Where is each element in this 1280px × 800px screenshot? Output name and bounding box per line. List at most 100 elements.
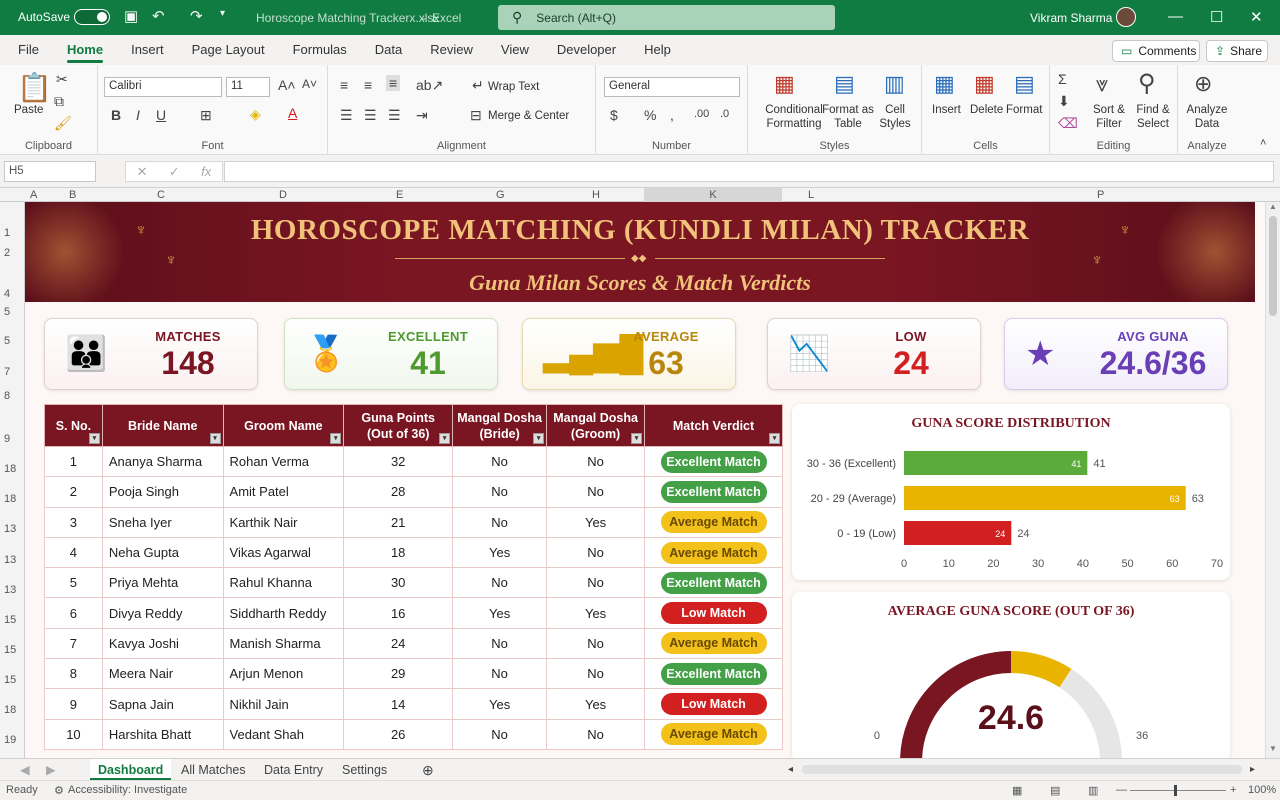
header-groom[interactable]: Groom Name ▾: [222, 404, 345, 447]
col-header[interactable]: G: [496, 188, 505, 202]
cell-sno[interactable]: 3: [44, 506, 103, 538]
cell-md-bride[interactable]: No: [452, 658, 548, 690]
col-header[interactable]: B: [69, 188, 76, 202]
normal-view-icon[interactable]: ▦: [1012, 784, 1022, 797]
italic-icon[interactable]: I: [136, 107, 140, 123]
sheet-tab-settings[interactable]: Settings: [342, 759, 387, 781]
cell-md-bride[interactable]: No: [452, 476, 548, 508]
font-size-select[interactable]: 11: [226, 77, 270, 97]
accessibility-icon[interactable]: ⚙: [54, 784, 64, 797]
tab-help[interactable]: Help: [630, 35, 685, 65]
cell-groom[interactable]: Amit Patel: [222, 476, 345, 508]
cell-sno[interactable]: 9: [44, 688, 103, 720]
cell-guna-points[interactable]: 18: [343, 536, 454, 569]
row-header[interactable]: 1: [4, 227, 10, 239]
redo-icon[interactable]: ↷: [190, 7, 203, 25]
cancel-icon[interactable]: ✕: [137, 164, 148, 180]
cell-verdict[interactable]: Average Match: [644, 536, 783, 569]
bold-icon[interactable]: B: [111, 107, 121, 123]
align-center-icon[interactable]: ☰: [364, 107, 377, 124]
add-sheet-icon[interactable]: ⊕: [422, 759, 434, 781]
cell-verdict[interactable]: Excellent Match: [644, 658, 783, 690]
row-header[interactable]: 15: [4, 644, 16, 656]
zoom-slider[interactable]: [1130, 790, 1226, 791]
find-select-icon[interactable]: ⚲: [1138, 69, 1156, 98]
prev-sheet-icon[interactable]: ◀: [20, 759, 30, 781]
borders-icon[interactable]: ⊞: [200, 107, 212, 124]
wrap-text-icon[interactable]: ↵: [472, 77, 484, 94]
minimize-icon[interactable]: —: [1168, 8, 1183, 25]
sort-filter-icon[interactable]: ⩔: [1096, 71, 1108, 97]
sheet-tab-all-matches[interactable]: All Matches: [181, 759, 246, 781]
enter-icon[interactable]: ✓: [169, 164, 180, 180]
header-sno[interactable]: S. No. ▾: [44, 404, 103, 447]
indent-icon[interactable]: ⇥: [416, 107, 428, 124]
filter-dropdown-icon[interactable]: ▾: [533, 433, 545, 444]
col-header[interactable]: P: [1097, 188, 1104, 202]
next-sheet-icon[interactable]: ▶: [46, 759, 56, 781]
header-verdict[interactable]: Match Verdict ▾: [644, 404, 783, 447]
header-bride[interactable]: Bride Name ▾: [101, 404, 224, 447]
cell-groom[interactable]: Manish Sharma: [222, 627, 345, 660]
row-header[interactable]: 18: [4, 463, 16, 475]
paste-button[interactable]: Paste: [14, 103, 43, 117]
cell-bride[interactable]: Harshita Bhatt: [101, 718, 224, 750]
tab-home[interactable]: Home: [53, 35, 117, 65]
format-painter-icon[interactable]: 🖌: [54, 115, 72, 132]
cell-md-bride[interactable]: No: [452, 627, 548, 660]
col-header[interactable]: E: [396, 188, 403, 202]
row-header[interactable]: 4: [4, 288, 10, 300]
cell-guna-points[interactable]: 24: [343, 627, 454, 660]
col-header[interactable]: A: [30, 188, 37, 202]
vertical-scrollbar[interactable]: ▲ ▼: [1265, 202, 1280, 758]
cell-md-groom[interactable]: No: [546, 567, 646, 599]
cell-verdict[interactable]: Average Match: [644, 718, 783, 750]
zoom-level[interactable]: 100%: [1248, 784, 1276, 796]
delete-cells-button[interactable]: Delete: [970, 103, 1003, 117]
cell-bride[interactable]: Ananya Sharma: [101, 445, 224, 478]
align-left-icon[interactable]: ☰: [340, 107, 353, 124]
merge-icon[interactable]: ⊟: [470, 107, 482, 124]
sheet-tab-data-entry[interactable]: Data Entry: [264, 759, 323, 781]
tab-formulas[interactable]: Formulas: [279, 35, 361, 65]
scroll-up-icon[interactable]: ▲: [1269, 202, 1277, 211]
align-right-icon[interactable]: ☰: [388, 107, 401, 124]
cell-bride[interactable]: Pooja Singh: [101, 476, 224, 508]
tab-view[interactable]: View: [487, 35, 543, 65]
cell-guna-points[interactable]: 14: [343, 688, 454, 720]
cell-bride[interactable]: Sapna Jain: [101, 688, 224, 720]
cell-md-bride[interactable]: Yes: [452, 536, 548, 569]
scroll-down-icon[interactable]: ▼: [1269, 744, 1277, 753]
cell-md-bride[interactable]: Yes: [452, 597, 548, 629]
copy-icon[interactable]: ⧉: [54, 93, 64, 110]
horizontal-scroll-left-icon[interactable]: ◂: [788, 759, 793, 781]
format-as-table-button[interactable]: Format as Table: [820, 103, 876, 131]
avatar[interactable]: [1116, 7, 1136, 27]
cell-guna-points[interactable]: 30: [343, 567, 454, 599]
formula-input[interactable]: [224, 161, 1274, 182]
cell-styles-icon[interactable]: ▥: [884, 71, 905, 97]
row-header[interactable]: 19: [4, 734, 16, 746]
cell-verdict[interactable]: Excellent Match: [644, 476, 783, 508]
filter-dropdown-icon[interactable]: ▾: [88, 433, 100, 444]
autosave-toggle[interactable]: [74, 9, 110, 25]
scroll-thumb[interactable]: [1269, 216, 1277, 316]
underline-icon[interactable]: U: [156, 107, 166, 123]
cell-md-bride[interactable]: No: [452, 506, 548, 538]
cell-groom[interactable]: Vedant Shah: [222, 718, 345, 750]
cell-verdict[interactable]: Average Match: [644, 627, 783, 660]
row-header[interactable]: 13: [4, 584, 16, 596]
filter-dropdown-icon[interactable]: ▾: [330, 433, 342, 444]
collapse-ribbon-icon[interactable]: ˄: [1260, 137, 1266, 149]
fill-icon[interactable]: ⬇: [1058, 93, 1070, 110]
accessibility-status[interactable]: Accessibility: Investigate: [68, 784, 187, 796]
cell-md-groom[interactable]: No: [546, 536, 646, 569]
horizontal-scrollbar[interactable]: [802, 765, 1242, 774]
number-format-select[interactable]: General: [604, 77, 740, 97]
cell-verdict[interactable]: Low Match: [644, 597, 783, 629]
tab-review[interactable]: Review: [416, 35, 487, 65]
comma-icon[interactable]: ,: [670, 107, 674, 123]
cell-md-groom[interactable]: Yes: [546, 688, 646, 720]
zoom-thumb[interactable]: [1174, 785, 1177, 796]
cell-sno[interactable]: 4: [44, 536, 103, 569]
